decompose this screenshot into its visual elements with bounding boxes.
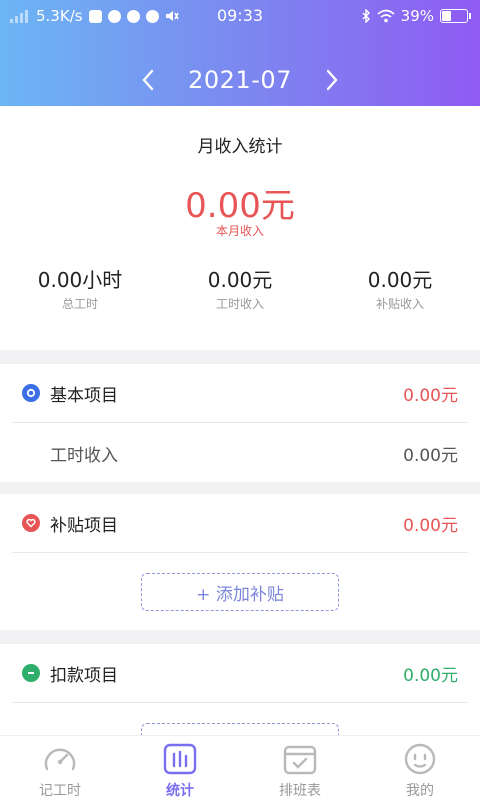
stat-subsidy-income: 0.00元 补贴收入 <box>320 264 480 312</box>
stat-value: 0.00元 <box>367 268 433 292</box>
battery-percent: 39% <box>400 7 434 25</box>
clock-gauge-icon <box>44 748 76 771</box>
stat-label: 总工时 <box>61 297 98 311</box>
tab-schedule[interactable]: 排班表 <box>240 736 360 801</box>
tab-statistics[interactable]: 统计 <box>120 736 240 801</box>
income-summary: 月收入统计 0.00元 本月收入 0.00小时 总工时 0.00元 工时收入 0… <box>0 106 480 350</box>
face-icon <box>404 743 436 775</box>
subsidy-items-title: 补贴项目 <box>50 515 118 536</box>
stat-total-hours: 0.00小时 总工时 <box>0 264 160 312</box>
basic-items-amount: 0.00元 <box>403 385 458 406</box>
summary-stats: 0.00小时 总工时 0.00元 工时收入 0.00元 补贴收入 <box>0 264 480 312</box>
minus-icon <box>22 664 40 682</box>
subsidy-items-amount: 0.00元 <box>403 515 458 536</box>
tab-record-hours[interactable]: 记工时 <box>0 736 120 801</box>
bar-chart-icon <box>163 743 197 775</box>
wifi-icon <box>377 9 395 23</box>
basic-items-card: 基本项目 0.00元 工时收入 0.00元 <box>0 364 480 482</box>
tab-label: 统计 <box>166 783 194 799</box>
chevron-left-icon[interactable] <box>130 62 166 98</box>
divider <box>12 552 468 553</box>
header: 5.3K/s 09:33 39% 2021-07 <box>0 0 480 106</box>
subsidy-items-card: 补贴项目 0.00元 + 添加补贴 <box>0 494 480 630</box>
tab-label: 排班表 <box>279 783 321 799</box>
stat-hours-income: 0.00元 工时收入 <box>160 264 320 312</box>
deduction-items-card: 扣款项目 0.00元 <box>0 644 480 735</box>
subsidy-items-header: 补贴项目 0.00元 <box>0 494 480 552</box>
battery-icon <box>440 9 471 23</box>
tab-label: 记工时 <box>39 783 81 799</box>
hours-income-value: 0.00元 <box>403 445 458 466</box>
summary-total: 0.00元 <box>185 186 295 226</box>
tab-mine[interactable]: 我的 <box>360 736 480 801</box>
stat-value: 0.00小时 <box>37 268 123 292</box>
stat-label: 补贴收入 <box>375 297 424 311</box>
summary-title: 月收入统计 <box>197 137 283 157</box>
month-title: 2021-07 <box>188 66 292 94</box>
tab-label: 我的 <box>406 783 434 799</box>
calendar-check-icon <box>283 745 317 775</box>
status-bar: 5.3K/s 09:33 39% <box>0 0 480 32</box>
month-nav: 2021-07 <box>0 62 480 98</box>
add-subsidy-button[interactable]: + 添加补贴 <box>141 573 339 611</box>
stat-value: 0.00元 <box>207 268 273 292</box>
deduction-items-header: 扣款项目 0.00元 <box>0 644 480 702</box>
divider <box>12 702 468 703</box>
add-deduction-button[interactable] <box>141 723 339 735</box>
heart-icon <box>22 514 40 532</box>
basic-items-title: 基本项目 <box>50 385 118 406</box>
status-right: 39% <box>361 7 471 25</box>
hours-income-label: 工时收入 <box>50 445 118 466</box>
chevron-right-icon[interactable] <box>314 62 350 98</box>
bottom-tab-bar: 记工时 统计 排班表 我的 <box>0 735 480 801</box>
summary-total-label: 本月收入 <box>215 224 264 238</box>
deduction-items-amount: 0.00元 <box>403 665 458 686</box>
deduction-items-title: 扣款项目 <box>50 665 118 686</box>
circle-dot-icon <box>22 384 40 402</box>
hours-income-row[interactable]: 工时收入 0.00元 <box>0 423 480 483</box>
stat-label: 工时收入 <box>215 297 264 311</box>
bluetooth-icon <box>362 9 370 23</box>
basic-items-header[interactable]: 基本项目 0.00元 <box>0 364 480 422</box>
